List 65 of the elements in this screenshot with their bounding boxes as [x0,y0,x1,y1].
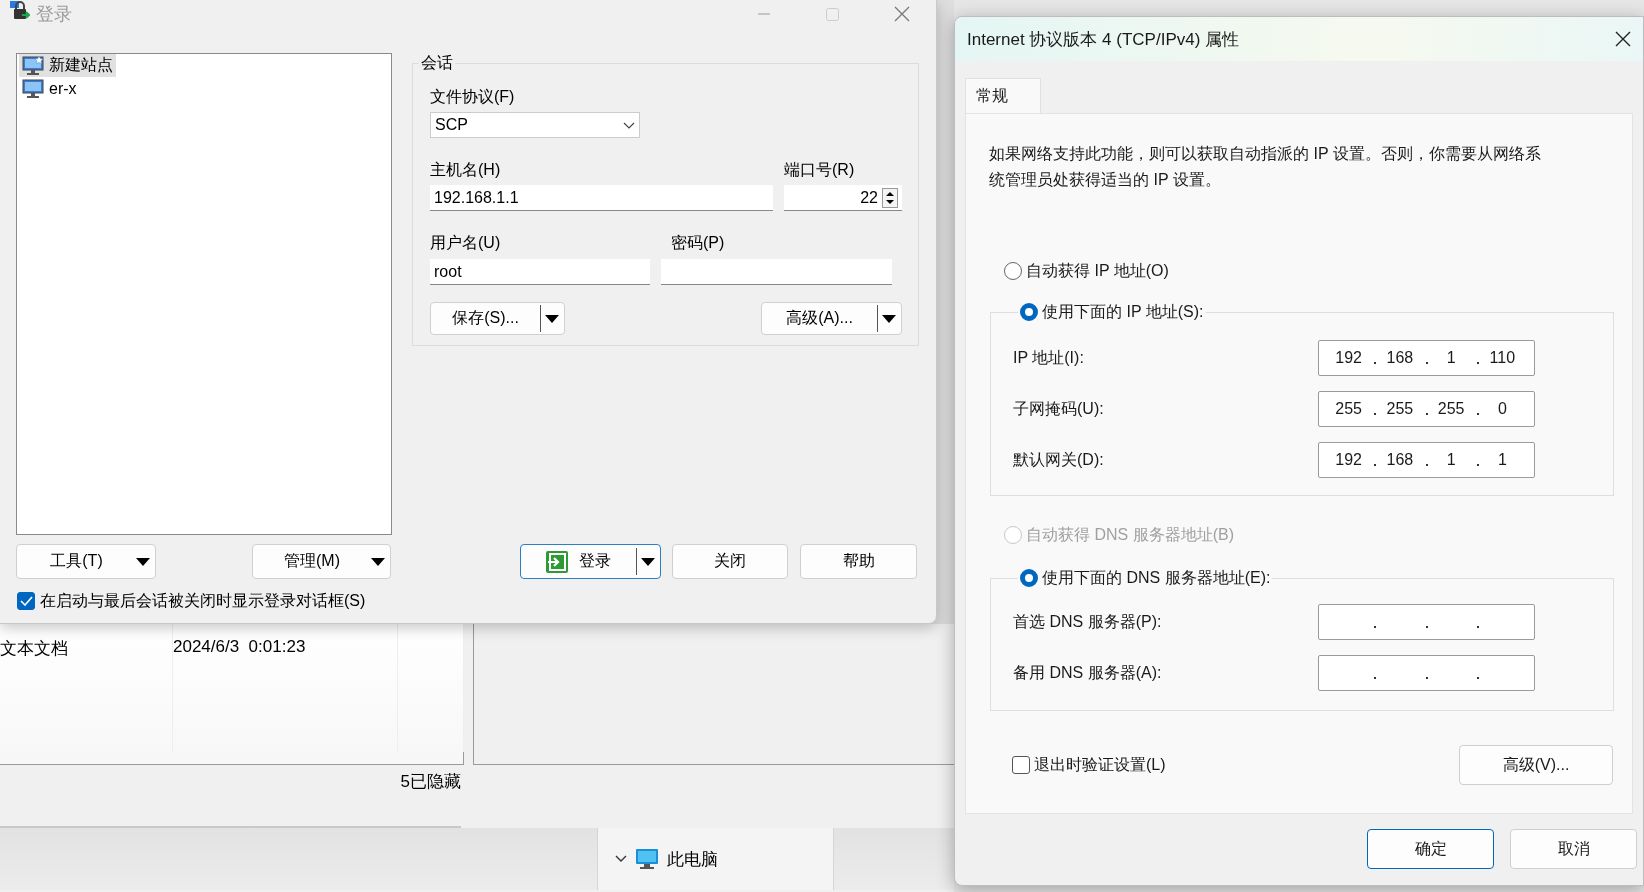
caret-icon [545,314,559,323]
ip-address-field[interactable]: 192 168 1 110 [1318,340,1535,376]
radio-button[interactable] [1020,303,1038,321]
caret-icon [371,557,385,566]
radio-label: 使用下面的 IP 地址(S): [1042,301,1204,322]
caret-icon [136,557,150,566]
close-icon[interactable] [1615,31,1631,47]
menu-button[interactable]: 管理(M) [252,544,391,579]
group-label: 会话 [420,53,454,73]
radio-label: 自动获得 DNS 服务器地址(B) [1026,524,1234,545]
login-icon [546,550,568,573]
field-label: 首选 DNS 服务器(P): [1013,611,1163,632]
radio-label: 使用下面的 DNS 服务器地址(E): [1042,567,1271,588]
ip-address-field[interactable] [1318,655,1535,691]
window-title: 登录 [36,3,72,26]
field-label: 端口号(R) [784,161,855,179]
computer-icon [635,848,659,870]
protocol-dropdown[interactable]: SCP [430,112,640,138]
dialog-button[interactable]: 帮助 [800,544,917,579]
caret-icon [641,557,655,566]
tab[interactable]: 常规 [965,78,1041,113]
checkbox[interactable] [1012,756,1030,774]
new-site-icon [22,55,44,76]
site-item[interactable]: er-x [19,77,80,100]
ip-address-field[interactable]: 192 168 1 1 [1318,442,1535,478]
site-item[interactable]: 新建站点 [19,54,116,77]
advanced-button[interactable]: 高级(V)... [1459,745,1613,785]
radio-button[interactable] [1020,569,1038,587]
ip-address-field[interactable]: 255 255 255 0 [1318,391,1535,427]
radio-button[interactable] [1004,262,1022,280]
field-label: 备用 DNS 服务器(A): [1013,662,1163,683]
dialog-title: Internet 协议版本 4 (TCP/IPv4) 属性 [967,28,1240,51]
tick-icon [19,596,33,606]
chevron-icon [623,121,635,129]
save-button[interactable]: 保存(S)... [430,302,565,335]
dialog-button[interactable]: 关闭 [672,544,788,579]
port-field[interactable]: 22 [784,185,902,211]
ip-address-field[interactable] [1318,604,1535,640]
field-label: 密码(P) [671,234,725,252]
checkbox-label: 退出时验证设置(L) [1034,754,1166,775]
dialog-button[interactable]: 确定 [1367,829,1494,869]
chevron-icon[interactable] [615,855,627,863]
description-text: 如果网络支持此功能，则可以获取自动指派的 IP 设置。否则，你需要从网络系统管理员处获得适当的 IP 设置。 [989,144,1542,190]
field-label: IP 地址(I): [1013,347,1085,368]
field-label: 文件协议(F) [430,88,516,106]
spinner-icon[interactable] [882,187,898,208]
checkbox[interactable] [17,592,35,610]
field-label: 默认网关(D): [1013,449,1105,470]
username-field[interactable]: root [430,259,650,285]
login-button[interactable]: 登录 [520,544,661,579]
nav-item[interactable]: 此电脑 [635,847,718,871]
field-label: 主机名(H) [430,161,502,179]
password-field[interactable] [661,259,892,285]
field-label: 子网掩码(U): [1013,398,1105,419]
status-text: 5已隐藏 [400,771,461,793]
radio-label: 自动获得 IP 地址(O) [1026,260,1169,281]
host-field[interactable]: 192.168.1.1 [430,185,773,211]
menu-button[interactable]: 工具(T) [16,544,156,579]
checkbox-label: 在启动与最后会话被关闭时显示登录对话框(S) [40,590,366,611]
advanced-button[interactable]: 高级(A)... [761,302,902,335]
monitor-icon [22,78,44,99]
dialog-button[interactable]: 取消 [1510,829,1637,869]
field-label: 用户名(U) [430,234,502,252]
lock-icon [8,0,30,22]
caret-icon [882,314,896,323]
